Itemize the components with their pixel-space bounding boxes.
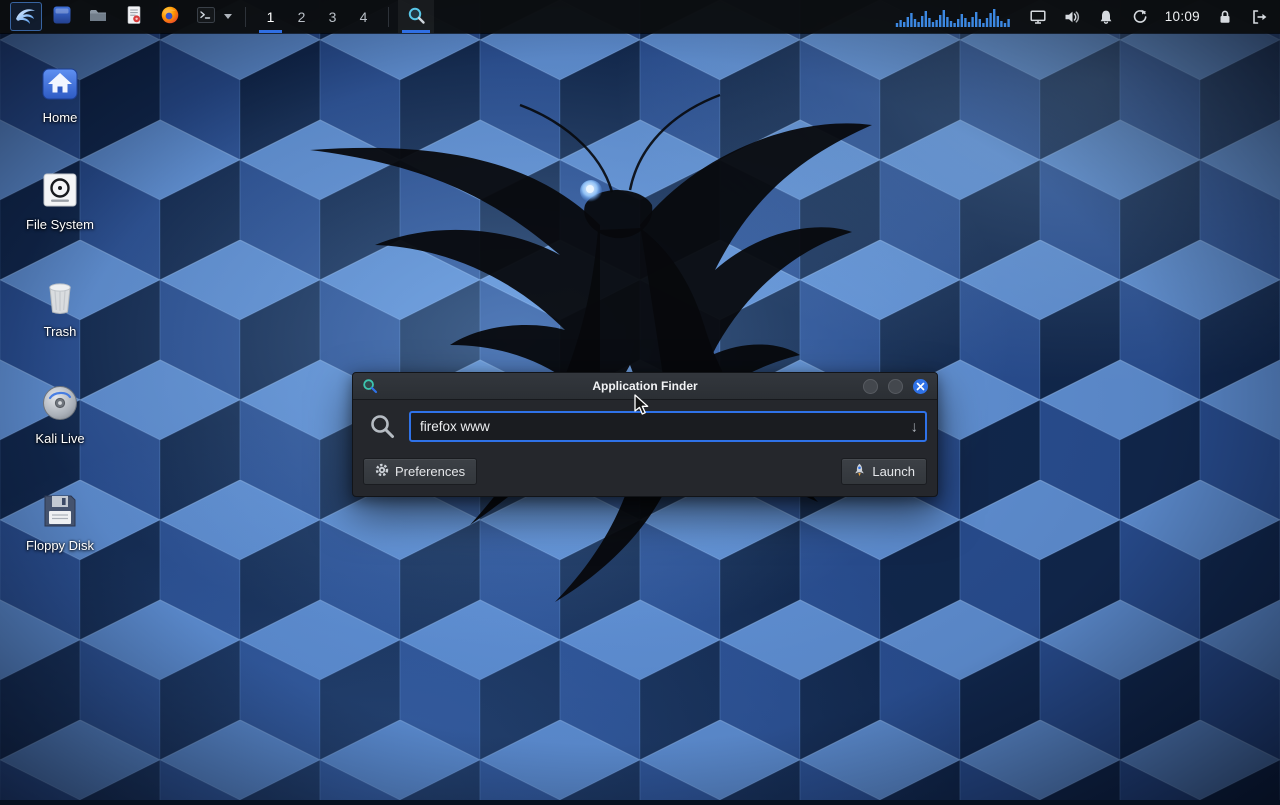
launch-button[interactable]: Launch bbox=[841, 458, 927, 485]
desktop-icon-label: File System bbox=[26, 217, 94, 232]
home-icon bbox=[39, 59, 81, 103]
kali-live-icon bbox=[39, 380, 81, 424]
launch-label: Launch bbox=[872, 464, 915, 479]
desktop-icon-label: Floppy Disk bbox=[26, 538, 94, 553]
notifications-bell-icon[interactable] bbox=[1097, 8, 1115, 26]
files-launcher[interactable] bbox=[46, 2, 78, 31]
desktop-icon-kali-live[interactable]: Kali Live bbox=[12, 380, 108, 446]
workspace-2[interactable]: 2 bbox=[286, 0, 317, 33]
taskbar-application-finder[interactable] bbox=[398, 0, 434, 33]
application-finder-icon bbox=[407, 6, 426, 28]
dropdown-arrow-icon[interactable]: ↓ bbox=[911, 419, 919, 434]
window-button-row: Preferences Launch bbox=[353, 458, 937, 496]
floppy-disk-icon bbox=[40, 487, 80, 531]
workspace-switcher: 1 2 3 4 bbox=[255, 0, 379, 33]
titlebar[interactable]: Application Finder bbox=[353, 373, 937, 400]
folder-icon bbox=[88, 5, 108, 28]
logout-icon[interactable] bbox=[1250, 8, 1268, 26]
gear-icon bbox=[375, 463, 389, 480]
workspace-4[interactable]: 4 bbox=[348, 0, 379, 33]
lock-icon[interactable] bbox=[1216, 8, 1234, 26]
file-system-icon bbox=[40, 166, 80, 210]
maximize-button[interactable] bbox=[888, 379, 903, 394]
top-panel: 1 2 3 4 bbox=[0, 0, 1280, 33]
spectrum-graph[interactable] bbox=[895, 6, 1013, 28]
trash-icon bbox=[39, 273, 81, 317]
text-editor-icon bbox=[124, 5, 144, 28]
desktop-icon-file-system[interactable]: File System bbox=[12, 166, 108, 232]
workspace-1[interactable]: 1 bbox=[255, 0, 286, 33]
desktop-icon-label: Home bbox=[43, 110, 78, 125]
window-title: Application Finder bbox=[353, 379, 937, 393]
preferences-button[interactable]: Preferences bbox=[363, 458, 477, 485]
panel-separator bbox=[245, 7, 246, 27]
desktop-icon-label: Trash bbox=[44, 324, 77, 339]
search-icon bbox=[367, 413, 397, 440]
desktop-icon-floppy-disk[interactable]: Floppy Disk bbox=[12, 487, 108, 553]
status-tray: 10:09 bbox=[895, 6, 1272, 28]
file-manager-launcher[interactable] bbox=[82, 2, 114, 31]
search-row: ↓ bbox=[353, 400, 937, 447]
search-input[interactable] bbox=[409, 411, 927, 442]
terminal-menu-chevron-icon[interactable] bbox=[222, 2, 234, 31]
workspace-3[interactable]: 3 bbox=[317, 0, 348, 33]
application-finder-window: Application Finder ↓ bbox=[352, 372, 938, 497]
desktop-icon-trash[interactable]: Trash bbox=[12, 273, 108, 339]
panel-separator bbox=[388, 7, 389, 27]
kali-menu-icon bbox=[14, 3, 38, 30]
minimize-button[interactable] bbox=[863, 379, 878, 394]
launch-icon bbox=[853, 463, 866, 480]
desktop-icon-label: Kali Live bbox=[35, 431, 84, 446]
close-button[interactable] bbox=[913, 379, 928, 394]
files-icon bbox=[52, 5, 72, 28]
firefox-launcher[interactable] bbox=[154, 2, 186, 31]
applications-menu-button[interactable] bbox=[10, 2, 42, 31]
firefox-icon bbox=[160, 5, 180, 28]
display-icon[interactable] bbox=[1029, 8, 1047, 26]
desktop-icon-home[interactable]: Home bbox=[12, 59, 108, 125]
launcher-group bbox=[8, 2, 236, 31]
volume-icon[interactable] bbox=[1063, 8, 1081, 26]
text-editor-launcher[interactable] bbox=[118, 2, 150, 31]
terminal-launcher[interactable] bbox=[190, 2, 222, 31]
preferences-label: Preferences bbox=[395, 464, 465, 479]
application-finder-icon bbox=[362, 378, 378, 394]
update-icon[interactable] bbox=[1131, 8, 1149, 26]
terminal-icon bbox=[196, 5, 216, 28]
clock[interactable]: 10:09 bbox=[1165, 9, 1200, 24]
